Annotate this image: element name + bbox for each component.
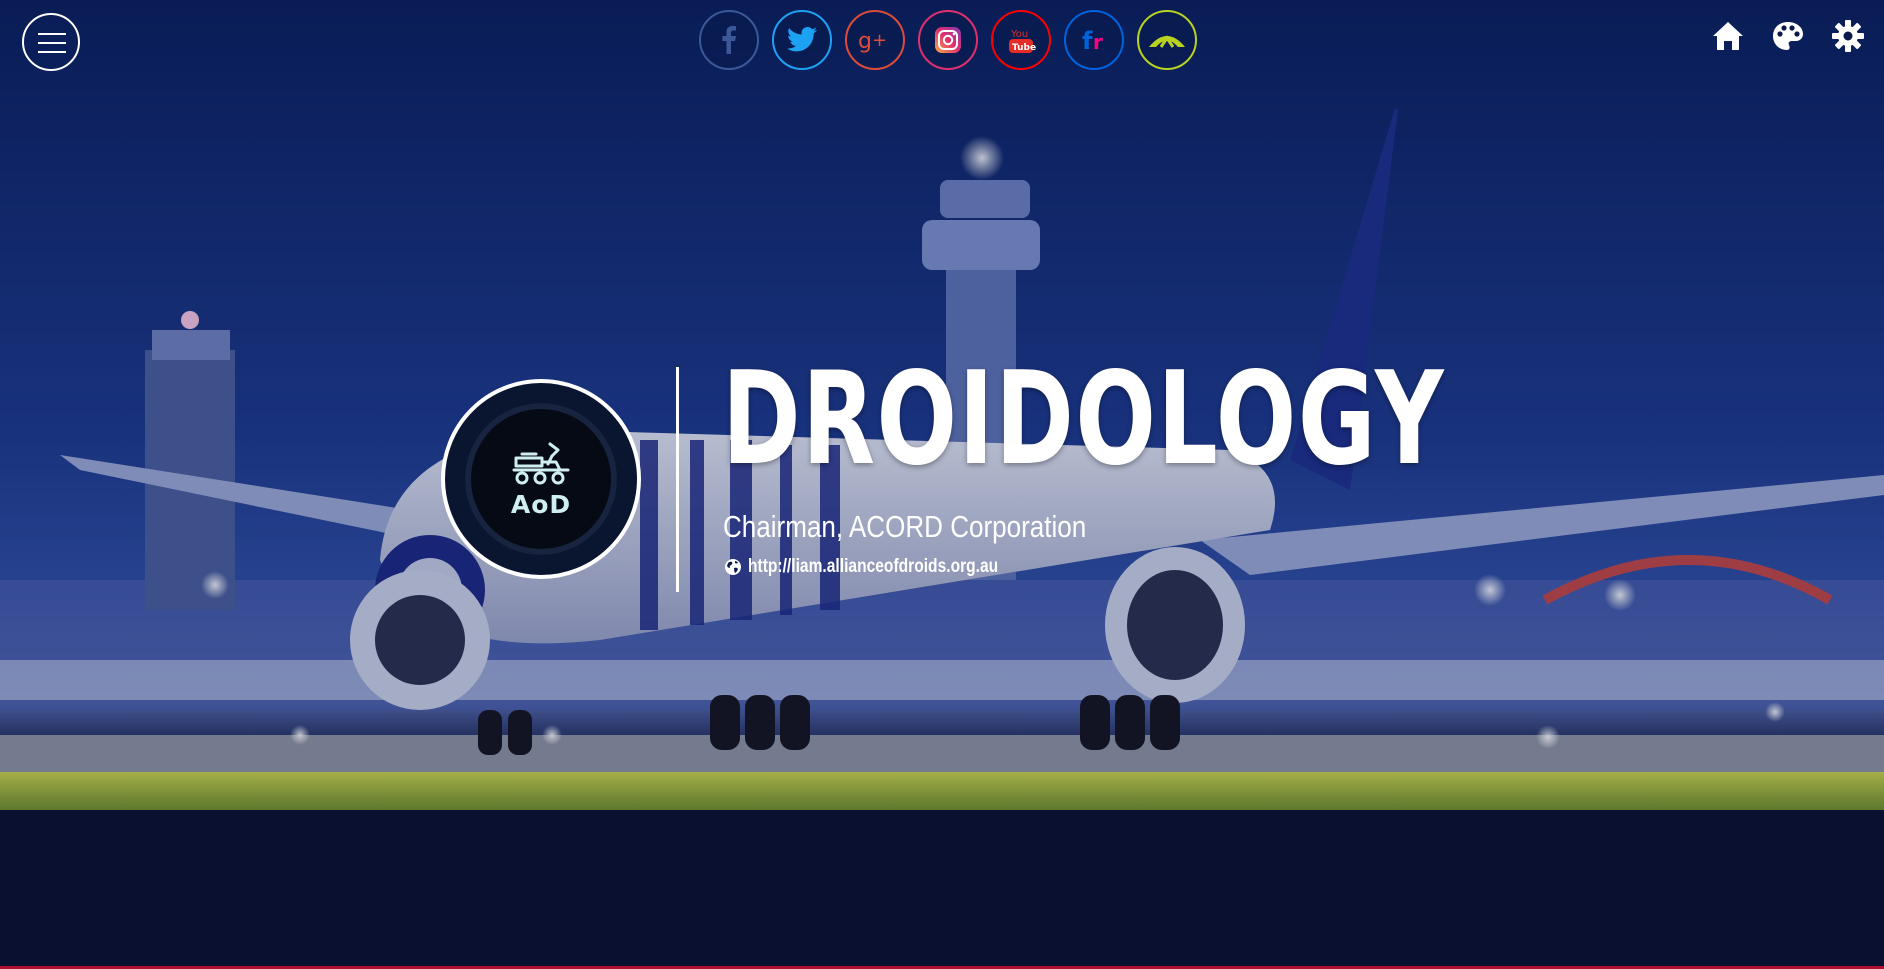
website-url: http://liam.allianceofdroids.org.au bbox=[748, 556, 999, 577]
website-link[interactable]: http://liam.allianceofdroids.org.au bbox=[724, 556, 1053, 578]
vertical-divider bbox=[676, 367, 679, 592]
profile-subtitle: Chairman, ACORD Corporation bbox=[723, 509, 1087, 544]
rover-icon bbox=[512, 442, 570, 484]
avatar-inner: AoD bbox=[465, 403, 617, 555]
avatar-logo-text: AoD bbox=[510, 489, 572, 519]
page-title: DROIDOLOGY bbox=[722, 345, 1446, 494]
profile-hero: AoD DROIDOLOGY Chairman, ACORD Corporati… bbox=[0, 0, 1884, 969]
globe-icon bbox=[725, 559, 741, 575]
avatar[interactable]: AoD bbox=[441, 379, 641, 579]
